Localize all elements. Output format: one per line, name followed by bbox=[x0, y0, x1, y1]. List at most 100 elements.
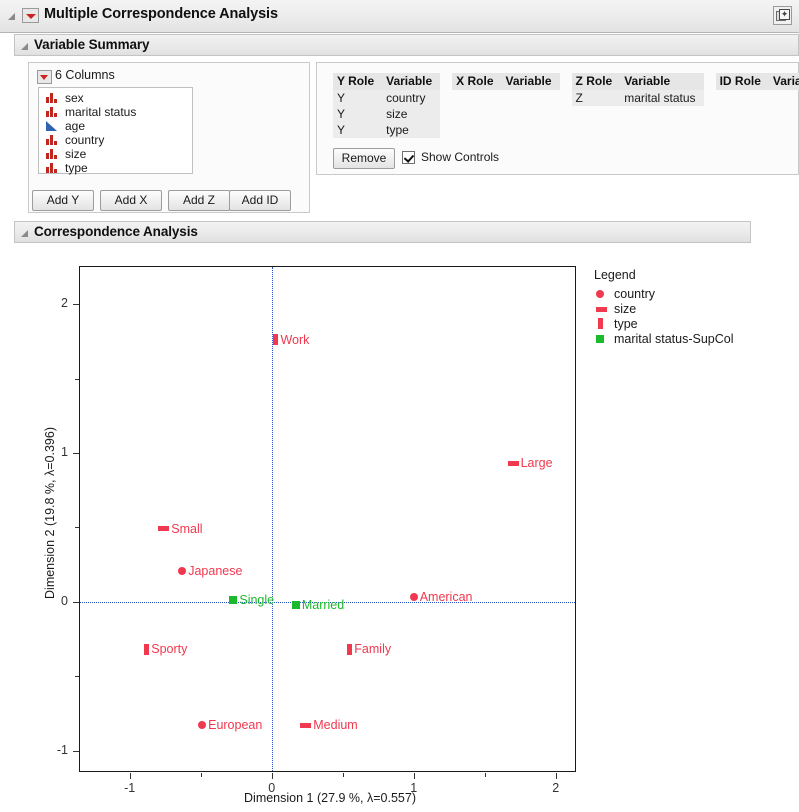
nominal-bars-icon bbox=[46, 149, 57, 159]
table-gap bbox=[560, 122, 572, 138]
table-gap bbox=[560, 106, 572, 122]
data-point-label: American bbox=[419, 590, 473, 605]
data-point-label: Small bbox=[171, 521, 203, 536]
data-point-label: European bbox=[208, 718, 263, 733]
circle-marker-icon bbox=[596, 290, 604, 298]
cell-x-variable[interactable] bbox=[502, 106, 560, 122]
list-item[interactable]: size bbox=[39, 147, 192, 161]
column-label: size bbox=[65, 147, 87, 161]
table-gap bbox=[704, 90, 716, 106]
add-id-button[interactable]: Add ID bbox=[229, 190, 291, 211]
y-axis-tick-label: -1 bbox=[56, 742, 68, 757]
cell-y-variable[interactable]: type bbox=[382, 122, 441, 138]
x-axis-tick bbox=[413, 773, 415, 779]
circle-marker-icon bbox=[198, 721, 207, 730]
hbar-marker-icon bbox=[158, 526, 170, 532]
cell-id-role[interactable] bbox=[716, 106, 769, 122]
legend-label: size bbox=[614, 302, 637, 316]
add-y-button[interactable]: Add Y bbox=[32, 190, 94, 211]
list-item[interactable]: type bbox=[39, 161, 192, 175]
add-x-button[interactable]: Add X bbox=[100, 190, 162, 211]
cell-x-variable[interactable] bbox=[502, 122, 560, 138]
columns-list[interactable]: sex marital status age country size type bbox=[38, 87, 193, 175]
list-item[interactable]: sex bbox=[39, 91, 192, 105]
cell-id-role[interactable] bbox=[716, 122, 769, 138]
col-header-id-role: ID Role bbox=[715, 73, 769, 90]
hbar-marker-icon bbox=[507, 460, 519, 466]
x-axis-tick bbox=[271, 773, 273, 779]
legend-label: type bbox=[614, 317, 638, 331]
cell-z-role[interactable] bbox=[572, 122, 621, 138]
y-axis-tick bbox=[73, 453, 79, 455]
cell-y-variable[interactable]: size bbox=[382, 106, 441, 122]
section-header-correspondence-analysis[interactable]: Correspondence Analysis bbox=[14, 221, 751, 243]
cell-y-role[interactable]: Y bbox=[333, 90, 383, 106]
cell-z-variable[interactable] bbox=[620, 106, 703, 122]
col-header-z-role: Z Role bbox=[571, 73, 621, 90]
cell-z-variable[interactable] bbox=[620, 122, 703, 138]
show-controls-checkbox[interactable] bbox=[402, 151, 415, 164]
x-axis-title: Dimension 1 (27.9 %, λ=0.557) bbox=[244, 791, 416, 805]
col-header-id-variable: Variable bbox=[768, 73, 799, 90]
cell-y-variable[interactable]: country bbox=[382, 90, 441, 106]
cell-x-role[interactable] bbox=[452, 106, 501, 122]
cell-x-role[interactable] bbox=[452, 122, 501, 138]
table-row[interactable]: Y type bbox=[333, 122, 799, 138]
data-point-label: Work bbox=[280, 332, 310, 347]
data-point-label: Family bbox=[354, 642, 392, 657]
window-icon-front-square: ✦ bbox=[779, 9, 790, 20]
table-row[interactable]: Y country Z marital status bbox=[333, 90, 799, 106]
remove-button[interactable]: Remove bbox=[333, 148, 395, 169]
y-axis-minor-tick bbox=[75, 676, 79, 678]
table-gap bbox=[704, 122, 716, 138]
cell-z-role[interactable] bbox=[572, 106, 621, 122]
legend-title: Legend bbox=[594, 268, 636, 282]
col-header-z-variable: Variable bbox=[620, 73, 704, 90]
y-axis-tick bbox=[73, 750, 79, 752]
y-axis-minor-tick bbox=[75, 527, 79, 529]
square-marker-icon bbox=[596, 335, 604, 343]
hbar-marker-icon bbox=[596, 307, 607, 312]
cell-id-variable[interactable] bbox=[769, 106, 799, 122]
table-gap bbox=[704, 106, 716, 122]
table-row[interactable]: Y size bbox=[333, 106, 799, 122]
legend-label: marital status-SupCol bbox=[614, 332, 734, 346]
cell-z-role[interactable]: Z bbox=[571, 90, 621, 106]
section-header-variable-summary[interactable]: Variable Summary bbox=[14, 34, 799, 56]
cell-x-role[interactable] bbox=[452, 90, 501, 106]
continuous-triangle-icon bbox=[46, 121, 57, 131]
table-gap bbox=[560, 73, 572, 90]
columns-count-label: 6 Columns bbox=[55, 68, 115, 82]
vbar-marker-icon bbox=[273, 334, 279, 346]
square-marker-icon bbox=[291, 600, 300, 609]
window-restore-icon[interactable]: ✦ bbox=[773, 6, 792, 25]
data-point-label: Sporty bbox=[151, 642, 188, 657]
x-axis-minor-tick bbox=[484, 773, 486, 777]
y-axis-tick bbox=[73, 304, 79, 306]
y-axis-minor-tick bbox=[75, 378, 79, 380]
nominal-bars-icon bbox=[46, 163, 57, 173]
cell-y-role[interactable]: Y bbox=[333, 106, 383, 122]
x-axis-minor-tick bbox=[200, 773, 202, 777]
columns-disclosure-icon[interactable] bbox=[37, 70, 52, 84]
list-item[interactable]: country bbox=[39, 133, 192, 147]
column-label: marital status bbox=[65, 105, 137, 119]
x-axis-tick bbox=[555, 773, 557, 779]
cell-y-role[interactable]: Y bbox=[333, 122, 383, 138]
cell-id-variable[interactable] bbox=[769, 90, 799, 106]
cell-x-variable[interactable] bbox=[502, 90, 560, 106]
plot-frame[interactable]: Japanese American European Large Small Medium… bbox=[79, 266, 576, 772]
cell-z-variable[interactable]: marital status bbox=[620, 90, 704, 106]
show-controls-label: Show Controls bbox=[421, 150, 500, 164]
cell-id-variable[interactable] bbox=[769, 122, 799, 138]
roles-table-header-row: Y Role Variable X Role Variable Z Role V… bbox=[333, 73, 799, 90]
x-axis-tick bbox=[129, 773, 131, 779]
list-item[interactable]: age bbox=[39, 119, 192, 133]
disclosure-triangle-icon[interactable] bbox=[21, 230, 28, 237]
list-item[interactable]: marital status bbox=[39, 105, 192, 119]
add-z-button[interactable]: Add Z bbox=[168, 190, 230, 211]
disclosure-triangle-icon[interactable] bbox=[21, 43, 28, 50]
red-disclosure-icon[interactable] bbox=[22, 8, 39, 23]
cell-id-role[interactable] bbox=[716, 90, 769, 106]
disclosure-triangle-icon[interactable] bbox=[8, 13, 15, 20]
